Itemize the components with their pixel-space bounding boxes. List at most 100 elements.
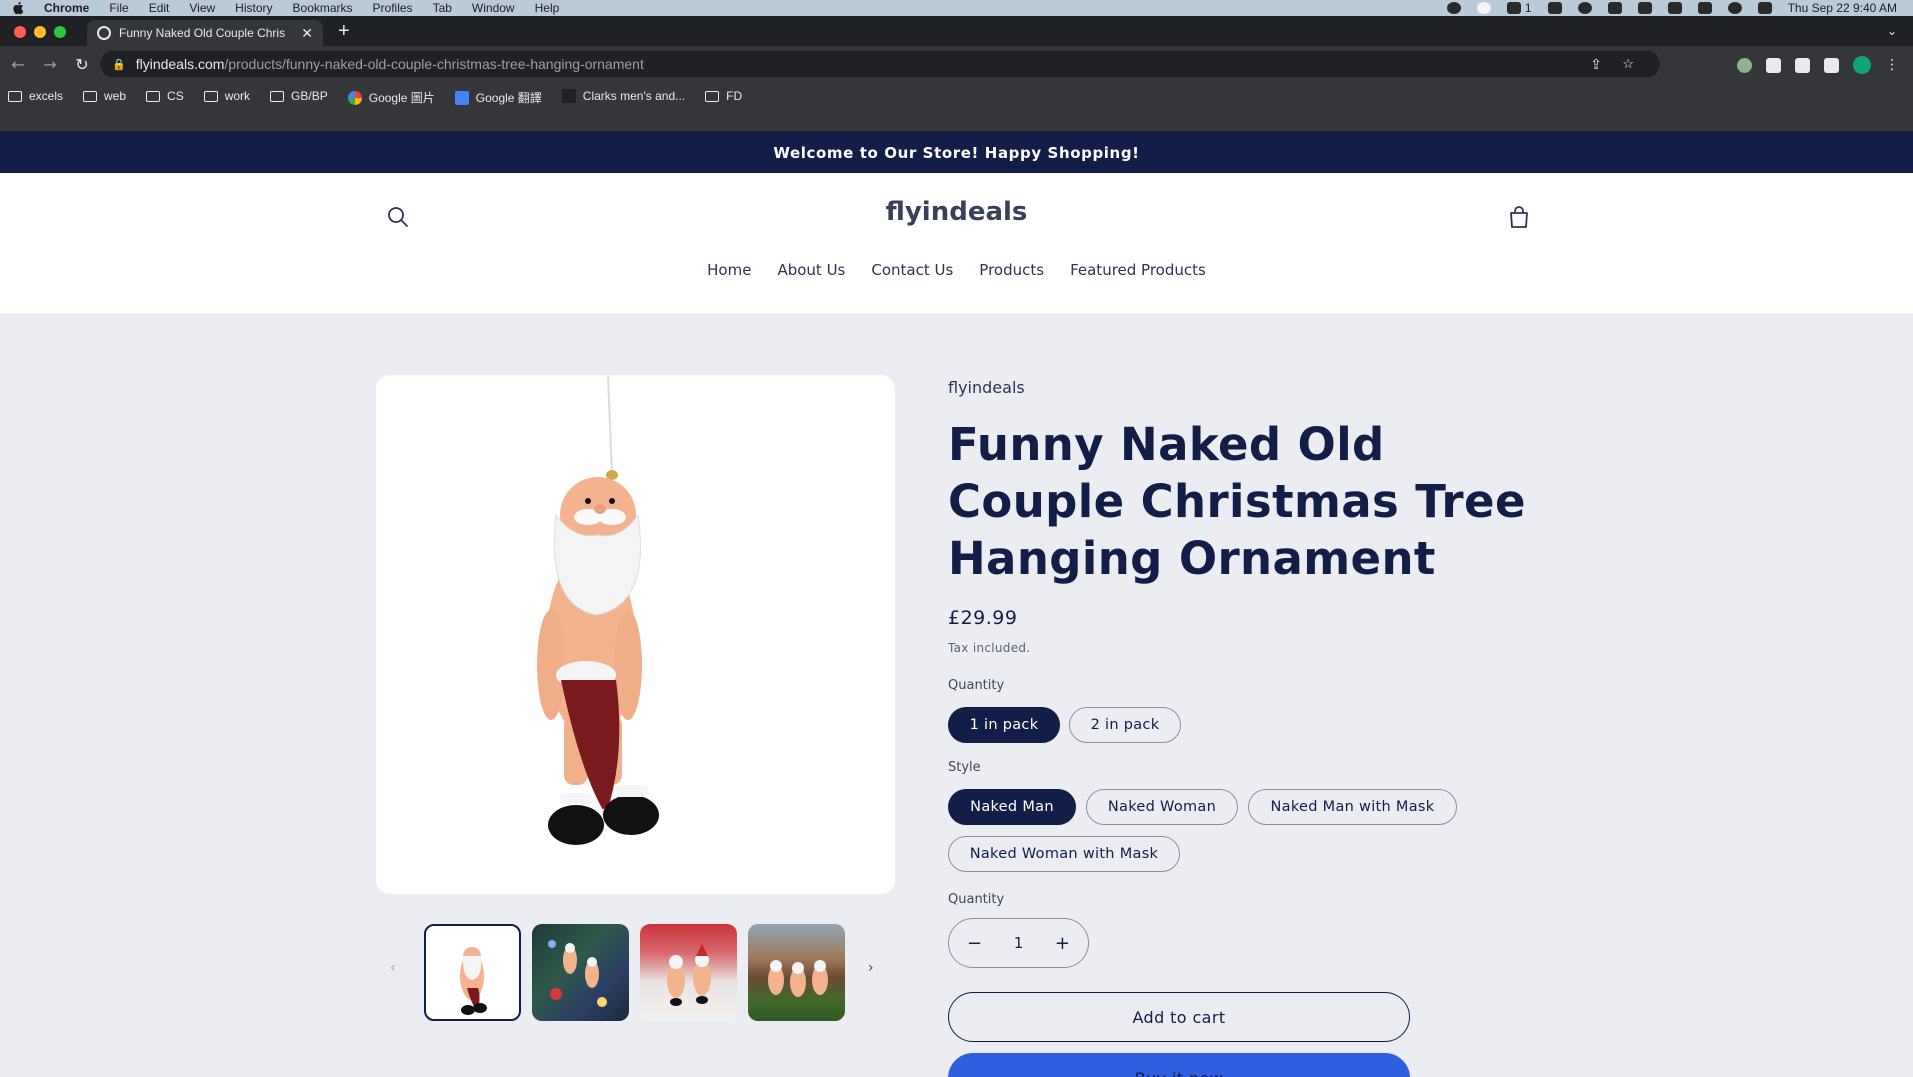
bookmark-gb-bp[interactable]: GB/BP: [270, 89, 328, 103]
option-naked-woman[interactable]: Naked Woman: [1086, 789, 1238, 825]
input-method-icon[interactable]: [1637, 2, 1652, 14]
option-naked-man[interactable]: Naked Man: [948, 789, 1076, 825]
slider-prev-arrow[interactable]: ‹: [390, 960, 396, 976]
back-icon[interactable]: ←: [2, 55, 34, 74]
quantity-input[interactable]: 1: [1014, 934, 1024, 952]
folder-icon: [203, 90, 218, 102]
buy-now-button[interactable]: Buy it now: [948, 1053, 1410, 1077]
add-to-cart-button[interactable]: Add to cart: [948, 992, 1410, 1042]
thumbnail-couple-image: [667, 944, 711, 1006]
lock-icon[interactable]: 🔒: [112, 58, 126, 71]
bluetooth-icon[interactable]: [1607, 2, 1622, 14]
play-icon[interactable]: [1577, 2, 1592, 14]
style-option-label: Style: [948, 760, 981, 775]
globe-icon: [97, 26, 111, 40]
menu-file[interactable]: File: [109, 1, 128, 15]
thumbnail-garden-image: [768, 960, 828, 997]
menu-bookmarks[interactable]: Bookmarks: [293, 1, 353, 15]
wechat-status[interactable]: 1: [1506, 1, 1532, 15]
tab-title: Funny Naked Old Couple Chris: [119, 26, 286, 40]
macos-menubar: Chrome File Edit View History Bookmarks …: [0, 0, 1913, 16]
folder-icon: [83, 90, 98, 102]
profile-avatar[interactable]: [1853, 56, 1871, 74]
apple-icon[interactable]: [12, 1, 26, 15]
thumbnail-4[interactable]: [748, 924, 845, 1021]
thumbnail-3[interactable]: [640, 924, 737, 1021]
bookmark-cs[interactable]: CS: [146, 89, 184, 103]
extension-area: ⋮: [1737, 56, 1899, 74]
slider-next-arrow[interactable]: ›: [868, 960, 874, 976]
quantity-selector-label: Quantity: [948, 892, 1005, 907]
thumbnail-santa-image: [460, 947, 487, 1015]
side-panel-icon[interactable]: [1824, 57, 1839, 73]
control-center-icon[interactable]: [1757, 2, 1772, 14]
spotlight-icon[interactable]: [1727, 2, 1742, 14]
bookmark-google-translate[interactable]: Google 翻譯: [454, 89, 542, 106]
menu-history[interactable]: History: [235, 1, 272, 15]
active-tab[interactable]: Funny Naked Old Couple Chris ✕: [87, 20, 323, 46]
product-main-image[interactable]: [376, 375, 895, 894]
bookmark-work[interactable]: work: [203, 89, 251, 103]
menu-window[interactable]: Window: [472, 1, 515, 15]
nav-about-us[interactable]: About Us: [777, 261, 845, 279]
chrome-menu-icon[interactable]: ⋮: [1885, 57, 1899, 73]
bookmark-label: work: [224, 89, 251, 103]
url-domain: flyindeals.com: [135, 56, 225, 72]
zoom-window-icon[interactable]: [54, 26, 66, 38]
bookmark-fd[interactable]: FD: [705, 89, 742, 103]
reading-list-icon[interactable]: [1795, 57, 1810, 73]
chrome-toolbar: ← → ↻ 🔒 flyindeals.com/products/funny-na…: [0, 46, 1913, 82]
chrome-tab-strip: Funny Naked Old Couple Chris ✕ + ⌄: [0, 16, 1913, 46]
close-tab-icon[interactable]: ✕: [301, 25, 313, 42]
menu-view[interactable]: View: [189, 1, 215, 15]
product-price: £29.99: [948, 607, 1018, 629]
menu-app-name[interactable]: Chrome: [44, 1, 89, 15]
nav-home[interactable]: Home: [707, 261, 751, 279]
battery-icon[interactable]: [1667, 2, 1682, 14]
close-window-icon[interactable]: [14, 26, 26, 38]
wifi-icon[interactable]: [1697, 2, 1712, 14]
cart-icon[interactable]: [1506, 204, 1532, 230]
bookmark-web[interactable]: web: [83, 89, 126, 103]
option-naked-woman-with-mask[interactable]: Naked Woman with Mask: [948, 836, 1180, 872]
option-naked-man-with-mask[interactable]: Naked Man with Mask: [1248, 789, 1457, 825]
address-bar[interactable]: 🔒 flyindeals.com/products/funny-naked-ol…: [100, 51, 1660, 77]
line-app-icon[interactable]: [1446, 2, 1461, 14]
bookmark-star-icon[interactable]: ☆: [1622, 56, 1634, 72]
thumbnail-2[interactable]: [532, 924, 629, 1021]
product-section: ‹ › flyindeals Funny Naked Old Couple Ch…: [0, 316, 1913, 1077]
menu-edit[interactable]: Edit: [149, 1, 170, 15]
menu-help[interactable]: Help: [535, 1, 560, 15]
bookmark-label: Google 圖片: [368, 91, 435, 105]
option-2-in-pack[interactable]: 2 in pack: [1069, 707, 1181, 743]
bookmark-clarks[interactable]: Clarks men's and...: [561, 89, 685, 103]
antenna-icon[interactable]: [1547, 2, 1562, 14]
thumbnail-1[interactable]: [424, 924, 521, 1021]
nav-contact-us[interactable]: Contact Us: [871, 261, 953, 279]
decrement-button[interactable]: −: [967, 933, 982, 954]
extension-green-icon[interactable]: [1737, 57, 1752, 73]
menu-tab[interactable]: Tab: [433, 1, 452, 15]
bookmark-excels[interactable]: excels: [8, 89, 63, 103]
reload-icon[interactable]: ↻: [66, 55, 98, 74]
forward-icon[interactable]: →: [34, 55, 66, 74]
extensions-puzzle-icon[interactable]: [1766, 57, 1781, 73]
option-1-in-pack[interactable]: 1 in pack: [948, 707, 1060, 743]
notification-status-icon[interactable]: [1476, 2, 1491, 14]
menubar-clock[interactable]: Thu Sep 22 9:40 AM: [1788, 1, 1897, 15]
menu-profiles[interactable]: Profiles: [373, 1, 413, 15]
store-logo[interactable]: flyindeals: [0, 197, 1913, 227]
minimize-window-icon[interactable]: [34, 26, 46, 38]
santa-ornament-image: [537, 375, 659, 845]
bookmark-label: CS: [167, 89, 184, 103]
increment-button[interactable]: +: [1055, 933, 1070, 954]
bookmark-google-images[interactable]: Google 圖片: [347, 89, 435, 106]
quantity-option-label: Quantity: [948, 678, 1005, 693]
share-icon[interactable]: ⇪: [1590, 56, 1602, 73]
tab-search-chevron-icon[interactable]: ⌄: [1887, 24, 1897, 38]
folder-icon: [705, 90, 720, 102]
new-tab-icon[interactable]: +: [338, 20, 350, 43]
nav-featured-products[interactable]: Featured Products: [1070, 261, 1206, 279]
bookmark-label: FD: [726, 89, 743, 103]
nav-products[interactable]: Products: [979, 261, 1044, 279]
